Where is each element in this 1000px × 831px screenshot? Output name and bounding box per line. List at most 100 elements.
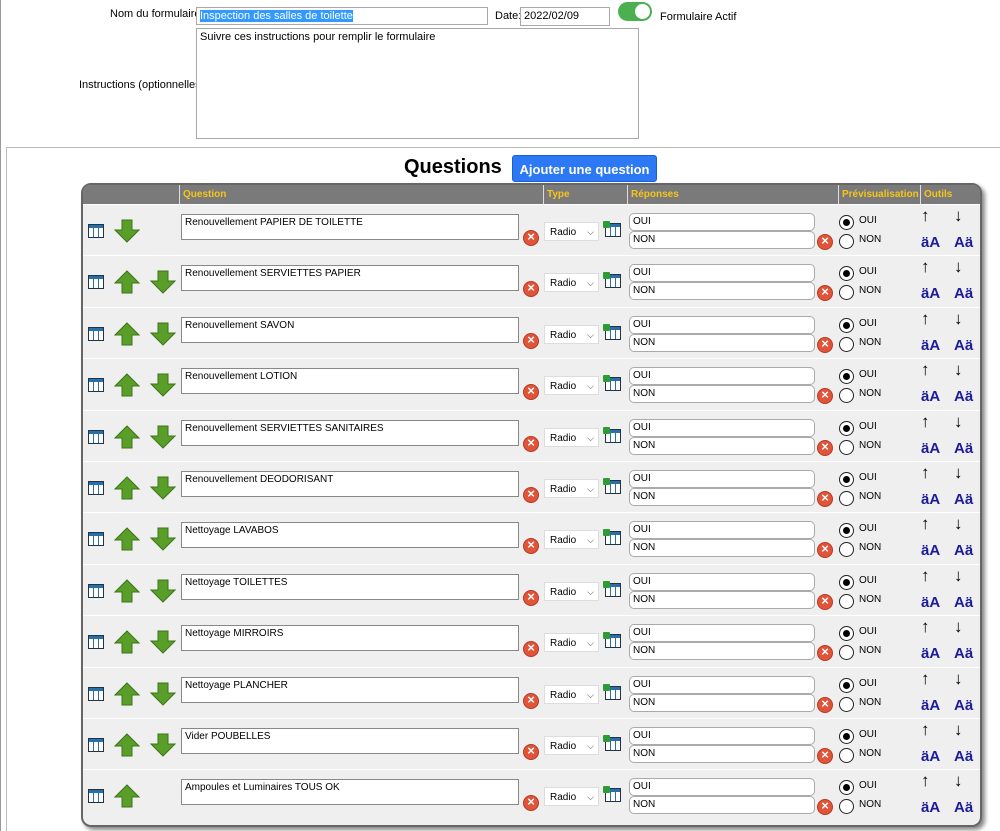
move-down-icon[interactable] (149, 322, 177, 346)
date-input[interactable]: 2022/02/09 (520, 7, 610, 26)
type-select[interactable]: Radio ⌵ (544, 376, 599, 396)
preview-radio[interactable] (839, 285, 854, 301)
preview-radio[interactable] (839, 696, 854, 712)
answer-input[interactable]: OUI (629, 213, 815, 231)
delete-question-icon[interactable] (523, 280, 539, 298)
move-up-icon[interactable] (113, 527, 141, 551)
type-select[interactable]: Radio ⌵ (544, 736, 599, 755)
sort-ascending-icon[interactable]: ↑ (921, 515, 930, 533)
move-up-icon[interactable] (113, 630, 141, 654)
delete-answer-icon[interactable] (817, 593, 833, 610)
delete-answer-icon[interactable] (817, 284, 833, 302)
type-select[interactable]: Radio ⌵ (544, 684, 599, 704)
sort-descending-icon[interactable]: ↓ (954, 618, 963, 636)
preview-radio[interactable] (839, 748, 854, 763)
sort-ascending-icon[interactable]: ↑ (921, 772, 930, 790)
preview-radio[interactable] (839, 626, 854, 642)
preview-radio[interactable] (839, 369, 854, 385)
uppercase-icon[interactable]: Aä (954, 697, 973, 715)
add-answer-icon[interactable] (603, 375, 621, 392)
add-question-button[interactable]: Ajouter une question (512, 155, 657, 182)
question-textarea[interactable]: Nettoyage PLANCHER (181, 676, 519, 703)
delete-question-icon[interactable] (523, 332, 539, 349)
add-answer-icon[interactable] (603, 529, 621, 546)
add-answer-icon[interactable] (603, 478, 621, 494)
add-answer-icon[interactable] (603, 683, 621, 700)
delete-question-icon[interactable] (523, 743, 539, 760)
sort-descending-icon[interactable]: ↓ (954, 772, 963, 790)
delete-question-icon[interactable] (523, 537, 539, 555)
preview-radio[interactable] (839, 799, 854, 815)
question-textarea[interactable]: Nettoyage TOILETTES (181, 573, 519, 600)
uppercase-icon[interactable]: Aä (954, 594, 973, 612)
question-textarea[interactable]: Renouvellement SERVIETTES SANITAIRES (181, 419, 519, 446)
move-up-icon[interactable] (113, 424, 141, 449)
grid-icon[interactable] (88, 635, 104, 650)
lowercase-icon[interactable]: äA (921, 440, 940, 458)
move-up-icon[interactable] (113, 784, 141, 808)
answer-input[interactable]: NON (629, 539, 815, 558)
uppercase-icon[interactable]: Aä (954, 748, 973, 766)
delete-answer-icon[interactable] (817, 644, 833, 662)
sort-ascending-icon[interactable]: ↑ (921, 258, 930, 276)
sort-descending-icon[interactable]: ↓ (954, 207, 963, 225)
question-textarea[interactable]: Nettoyage MIRROIRS (181, 625, 519, 652)
sort-descending-icon[interactable]: ↓ (954, 309, 963, 328)
form-name-input[interactable]: Inspection des salles de toilette (196, 7, 488, 25)
add-answer-icon[interactable] (603, 272, 621, 289)
sort-ascending-icon[interactable]: ↑ (921, 566, 930, 585)
add-answer-icon[interactable] (603, 632, 621, 649)
move-up-icon[interactable] (113, 579, 141, 603)
type-select[interactable]: Radio ⌵ (544, 427, 599, 447)
type-select[interactable]: Radio ⌵ (544, 787, 599, 807)
sort-ascending-icon[interactable]: ↑ (921, 721, 930, 739)
delete-answer-icon[interactable] (817, 696, 833, 713)
delete-answer-icon[interactable] (817, 439, 833, 456)
sort-descending-icon[interactable]: ↓ (954, 515, 963, 533)
lowercase-icon[interactable]: äA (921, 234, 940, 252)
grid-icon[interactable] (88, 326, 104, 341)
uppercase-icon[interactable]: Aä (954, 285, 973, 303)
preview-radio[interactable] (839, 729, 854, 744)
answer-input[interactable]: NON (629, 796, 815, 815)
delete-question-icon[interactable] (523, 435, 539, 452)
move-up-icon[interactable] (113, 270, 141, 294)
preview-radio[interactable] (839, 439, 854, 455)
preview-radio[interactable] (839, 593, 854, 609)
answer-input[interactable]: OUI (629, 572, 815, 591)
answer-input[interactable]: NON (629, 642, 815, 661)
answer-input[interactable]: NON (629, 488, 815, 506)
answer-input[interactable]: OUI (629, 778, 815, 797)
answer-input[interactable]: NON (629, 436, 815, 455)
move-down-icon[interactable] (149, 579, 177, 603)
question-textarea[interactable]: Vider POUBELLES (181, 728, 519, 754)
sort-ascending-icon[interactable]: ↑ (921, 412, 930, 431)
preview-radio[interactable] (839, 317, 854, 333)
sort-ascending-icon[interactable]: ↑ (921, 207, 930, 225)
answer-input[interactable]: OUI (629, 315, 815, 334)
uppercase-icon[interactable]: Aä (954, 388, 973, 406)
move-down-icon[interactable] (149, 527, 177, 552)
uppercase-icon[interactable]: Aä (954, 440, 973, 458)
add-answer-icon[interactable] (603, 221, 621, 237)
preview-radio[interactable] (839, 677, 854, 693)
preview-radio[interactable] (839, 780, 854, 796)
delete-question-icon[interactable] (523, 794, 539, 812)
move-down-icon[interactable] (149, 733, 177, 757)
question-textarea[interactable]: Renouvellement SAVON (181, 316, 519, 343)
answer-input[interactable]: OUI (629, 264, 815, 283)
type-select[interactable]: Radio ⌵ (544, 530, 599, 550)
answer-input[interactable]: OUI (629, 624, 815, 643)
answer-input[interactable]: OUI (629, 521, 815, 540)
lowercase-icon[interactable]: äA (921, 388, 940, 406)
lowercase-icon[interactable]: äA (921, 697, 940, 715)
preview-radio[interactable] (839, 388, 854, 404)
uppercase-icon[interactable]: Aä (954, 337, 973, 355)
move-down-icon[interactable] (149, 630, 177, 654)
uppercase-icon[interactable]: Aä (954, 234, 973, 252)
uppercase-icon[interactable]: Aä (954, 542, 973, 560)
sort-descending-icon[interactable]: ↓ (954, 361, 963, 379)
add-answer-icon[interactable] (603, 735, 621, 751)
grid-icon[interactable] (88, 738, 104, 752)
grid-icon[interactable] (88, 583, 104, 598)
